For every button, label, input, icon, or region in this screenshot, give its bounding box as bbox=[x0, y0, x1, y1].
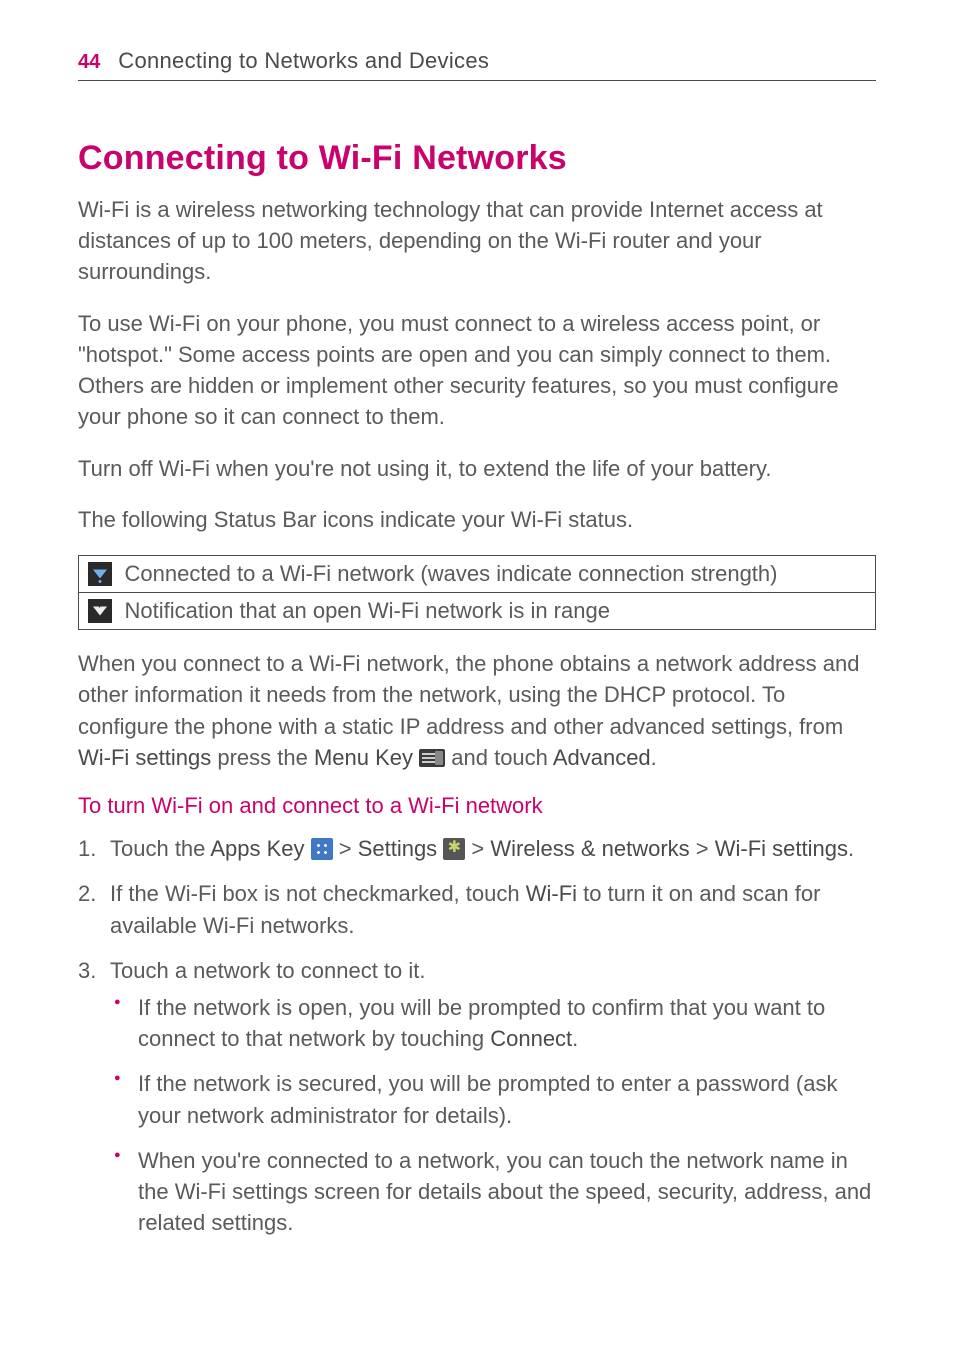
text-run: If the network is open, you will be prom… bbox=[138, 995, 825, 1051]
bold-text: Menu Key bbox=[314, 745, 413, 770]
document-page: 44 Connecting to Networks and Devices Co… bbox=[0, 0, 954, 1313]
paragraph: The following Status Bar icons indicate … bbox=[78, 504, 876, 535]
wifi-connected-icon bbox=[88, 562, 112, 586]
bold-text: Wi-Fi settings bbox=[715, 836, 848, 861]
list-item: Touch the Apps Key > Settings > Wireless… bbox=[78, 833, 876, 864]
ordered-list: Touch the Apps Key > Settings > Wireless… bbox=[78, 833, 876, 1239]
list-item: If the network is secured, you will be p… bbox=[110, 1068, 876, 1130]
text-run: If the Wi-Fi box is not checkmarked, tou… bbox=[110, 881, 526, 906]
list-item: Touch a network to connect to it. If the… bbox=[78, 955, 876, 1239]
page-header: 44 Connecting to Networks and Devices bbox=[78, 48, 876, 81]
wifi-open-network-icon bbox=[88, 599, 112, 623]
list-item: If the Wi-Fi box is not checkmarked, tou… bbox=[78, 878, 876, 940]
heading-main: Connecting to Wi-Fi Networks bbox=[78, 139, 876, 178]
table-text-cell: Notification that an open Wi-Fi network … bbox=[121, 593, 876, 630]
status-icon-table: Connected to a Wi-Fi network (waves indi… bbox=[78, 555, 876, 630]
bold-text: Wi-Fi settings bbox=[78, 745, 211, 770]
text-run: press the bbox=[211, 745, 314, 770]
text-run: > bbox=[690, 836, 715, 861]
bold-text: Advanced bbox=[553, 745, 651, 770]
text-run: Touch the bbox=[110, 836, 210, 861]
table-icon-cell bbox=[79, 593, 121, 630]
text-run: Touch a network to connect to it. bbox=[110, 958, 426, 983]
bold-text: Apps Key bbox=[210, 836, 304, 861]
paragraph: When you connect to a Wi-Fi network, the… bbox=[78, 648, 876, 773]
table-row: Notification that an open Wi-Fi network … bbox=[79, 593, 876, 630]
text-run: . bbox=[572, 1026, 578, 1051]
text-run: > bbox=[465, 836, 490, 861]
bullet-list: If the network is open, you will be prom… bbox=[110, 992, 876, 1239]
settings-icon bbox=[443, 838, 465, 860]
apps-key-icon bbox=[311, 838, 333, 860]
text-run: and touch bbox=[445, 745, 553, 770]
list-item: If the network is open, you will be prom… bbox=[110, 992, 876, 1054]
table-text-cell: Connected to a Wi-Fi network (waves indi… bbox=[121, 556, 876, 593]
text-run: When you connect to a Wi-Fi network, the… bbox=[78, 651, 859, 738]
text-run: . bbox=[651, 745, 657, 770]
paragraph: To use Wi-Fi on your phone, you must con… bbox=[78, 308, 876, 433]
heading-sub: To turn Wi-Fi on and connect to a Wi-Fi … bbox=[78, 793, 876, 819]
paragraph: Turn off Wi-Fi when you're not using it,… bbox=[78, 453, 876, 484]
list-item: When you're connected to a network, you … bbox=[110, 1145, 876, 1239]
section-title: Connecting to Networks and Devices bbox=[118, 48, 489, 74]
table-row: Connected to a Wi-Fi network (waves indi… bbox=[79, 556, 876, 593]
page-number: 44 bbox=[78, 51, 100, 74]
bold-text: Wireless & networks bbox=[490, 836, 689, 861]
bold-text: Settings bbox=[358, 836, 438, 861]
table-icon-cell bbox=[79, 556, 121, 593]
menu-key-icon bbox=[419, 749, 445, 767]
text-run: > bbox=[333, 836, 358, 861]
paragraph: Wi-Fi is a wireless networking technolog… bbox=[78, 194, 876, 288]
bold-text: Connect bbox=[490, 1026, 572, 1051]
text-run: . bbox=[848, 836, 854, 861]
bold-text: Wi-Fi bbox=[526, 881, 577, 906]
